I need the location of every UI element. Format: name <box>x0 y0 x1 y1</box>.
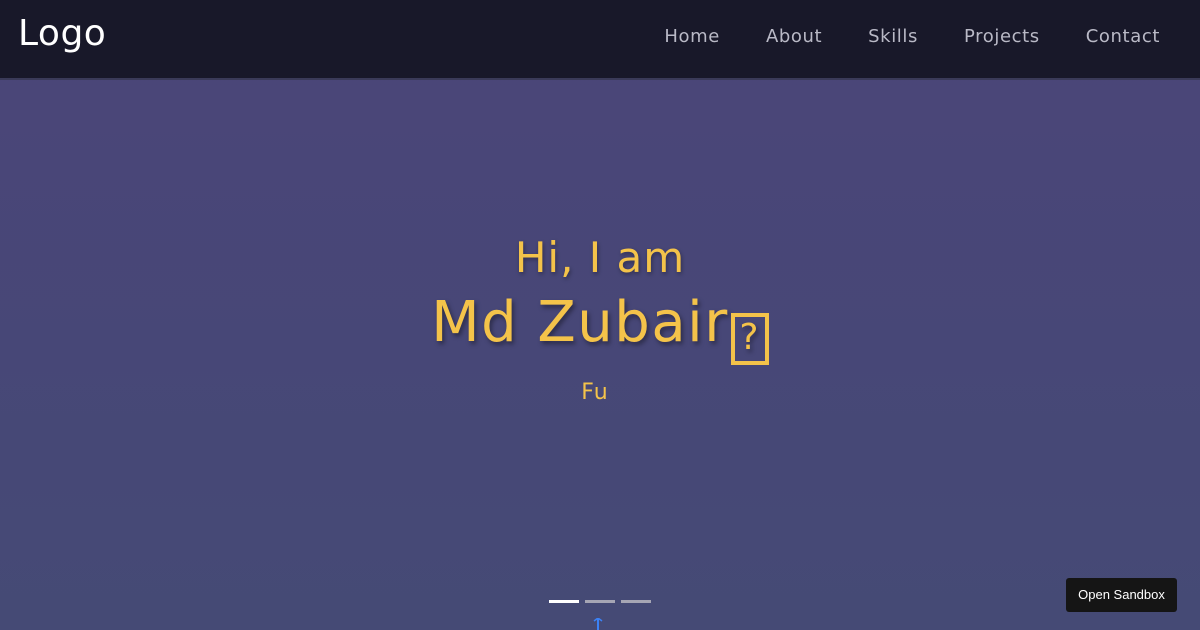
carousel-indicators <box>549 600 651 603</box>
carousel-dot-2[interactable] <box>585 600 615 603</box>
open-sandbox-button[interactable]: Open Sandbox <box>1066 578 1177 612</box>
nav-link-about[interactable]: About <box>766 26 822 47</box>
navbar: Logo Home About Skills Projects Contact <box>0 0 1200 80</box>
nav-link-home[interactable]: Home <box>664 26 720 47</box>
nav-link-contact[interactable]: Contact <box>1086 26 1160 47</box>
hero-section: Hi, I am Md Zubair? Fu <box>0 80 1200 630</box>
arrow-down-icon[interactable] <box>593 618 603 630</box>
hero-name-text: Md Zubair <box>431 290 729 355</box>
carousel-dot-3[interactable] <box>621 600 651 603</box>
logo[interactable]: Logo <box>18 13 106 54</box>
nav-link-projects[interactable]: Projects <box>964 26 1040 47</box>
hero-name: Md Zubair? <box>0 290 1200 365</box>
missing-glyph-icon: ? <box>730 313 769 365</box>
carousel-dot-1[interactable] <box>549 600 579 603</box>
hero-greeting: Hi, I am <box>514 233 686 282</box>
nav-links: Home About Skills Projects Contact <box>618 26 1160 47</box>
nav-link-skills[interactable]: Skills <box>868 26 918 47</box>
typed-text: Fu <box>581 380 609 405</box>
